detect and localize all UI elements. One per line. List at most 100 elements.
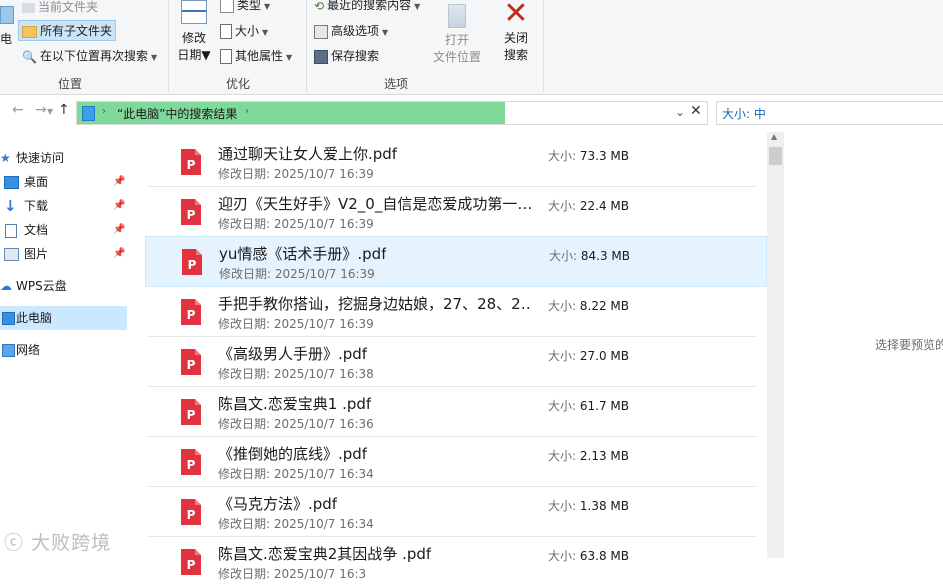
- file-size: 大小: 2.13 MB: [548, 447, 629, 464]
- advanced-options-icon: [314, 24, 328, 39]
- size-value: 63.8 MB: [579, 549, 629, 563]
- search-input[interactable]: 大小: 中: [716, 101, 943, 125]
- watermark-logo-icon: ⓒ: [4, 532, 25, 554]
- back-arrow-icon[interactable]: ←: [12, 102, 24, 118]
- nav-wps-cloud[interactable]: ☁ WPS云盘: [0, 274, 127, 298]
- nav-quick-access[interactable]: ★ 快速访问: [0, 146, 127, 170]
- nav-item-desktop[interactable]: 桌面 📌: [0, 170, 127, 194]
- open-location-label-2: 文件位置: [432, 50, 481, 64]
- chevron-down-icon: ▼: [201, 48, 211, 62]
- pin-icon[interactable]: 📌: [113, 194, 125, 218]
- location-icon: [82, 106, 95, 121]
- file-row[interactable]: P 通过聊天让女人爱上你.pdf 修改日期: 2025/10/7 16:39 大…: [145, 137, 767, 187]
- modify-date-button[interactable]: 修改 日期▼: [176, 0, 212, 64]
- type-button[interactable]: 类型 ▼: [220, 0, 270, 13]
- file-size-icon: [220, 24, 232, 39]
- all-subfolders-button[interactable]: 所有子文件夹: [18, 20, 117, 41]
- file-size: 大小: 27.0 MB: [548, 347, 629, 364]
- file-row[interactable]: P 手把手教你搭讪，挖掘身边姑娘，27、28、2… 修改日期: 2025/10/…: [145, 287, 767, 337]
- nav-this-pc[interactable]: 此电脑: [0, 306, 127, 330]
- search-again-in-button[interactable]: 🔍 在以下位置再次搜索 ▼: [22, 47, 157, 64]
- svg-text:P: P: [187, 308, 196, 322]
- file-row[interactable]: P 《高级男人手册》.pdf 修改日期: 2025/10/7 16:38 大小:…: [145, 337, 767, 387]
- address-box[interactable]: › “此电脑”中的搜索结果 › ⌄: [76, 101, 708, 125]
- ribbon: 电 当前文件夹 所有子文件夹 🔍 在以下位置再次搜索 ▼ 位置 修改 日期▼ 类型 ▼…: [0, 0, 943, 95]
- save-search-button[interactable]: 保存搜索: [314, 47, 379, 64]
- scroll-up-arrow-icon[interactable]: ▲: [771, 132, 777, 141]
- file-row[interactable]: P 《马克方法》.pdf 修改日期: 2025/10/7 16:34 大小: 1…: [145, 487, 767, 537]
- nav-item-downloads[interactable]: ↓ 下载 📌: [0, 194, 127, 218]
- close-search-label-2: 搜索: [503, 48, 528, 62]
- download-arrow-icon: ↓: [4, 197, 17, 215]
- file-row-selected[interactable]: P yu情感《话术手册》.pdf 修改日期: 2025/10/7 16:39 大…: [145, 236, 767, 287]
- open-file-location-button[interactable]: 打开 文件位置: [430, 0, 484, 66]
- svg-text:P: P: [187, 558, 196, 572]
- scrollbar-thumb[interactable]: [769, 147, 782, 165]
- nav-item-documents[interactable]: 文档 📌: [0, 218, 127, 242]
- size-value: 2.13 MB: [579, 449, 629, 463]
- preview-pane-message: 选择要预览的: [875, 338, 943, 352]
- file-row[interactable]: P 陈昌文.恋爱宝典2其因战争 .pdf 修改日期: 2025/10/7 16:…: [145, 537, 767, 586]
- pin-icon[interactable]: 📌: [113, 242, 125, 266]
- computer-icon: [2, 312, 15, 325]
- file-row[interactable]: P 迎刃《天生好手》V2_0_自信是恋爱成功第一… 修改日期: 2025/10/…: [145, 187, 767, 237]
- desktop-label: 桌面: [24, 175, 49, 189]
- size-value: 84.3 MB: [580, 249, 630, 263]
- file-date: 修改日期: 2025/10/7 16:3: [218, 567, 367, 581]
- size-caption: 大小:: [548, 299, 577, 313]
- navigation-pane: ★ 快速访问 桌面 📌 ↓ 下载 📌 文档 📌 图片 📌 ☁ WPS云盘 此电脑…: [0, 132, 132, 558]
- desktop-icon: [4, 176, 19, 189]
- file-size: 大小: 61.7 MB: [548, 397, 629, 414]
- file-date: 修改日期: 2025/10/7 16:38: [218, 367, 374, 381]
- nav-item-pictures[interactable]: 图片 📌: [0, 242, 127, 266]
- file-date: 修改日期: 2025/10/7 16:39: [219, 267, 375, 281]
- this-pc-button-partial[interactable]: 电: [0, 30, 12, 47]
- advanced-options-button[interactable]: 高级选项 ▼: [314, 22, 388, 39]
- size-button[interactable]: 大小 ▼: [220, 22, 268, 39]
- file-size: 大小: 1.38 MB: [548, 497, 629, 514]
- vertical-scrollbar[interactable]: ▲: [767, 132, 784, 558]
- size-value: 22.4 MB: [579, 199, 629, 213]
- file-size: 大小: 8.22 MB: [548, 297, 629, 314]
- group-label-options: 选项: [383, 77, 408, 91]
- file-name: 迎刃《天生好手》V2_0_自信是恋爱成功第一…: [218, 195, 531, 213]
- nav-network[interactable]: 网络: [0, 338, 127, 362]
- size-caption: 大小:: [548, 499, 577, 513]
- pin-icon[interactable]: 📌: [113, 218, 125, 242]
- chevron-down-icon: ▼: [286, 53, 293, 62]
- current-folder-button[interactable]: 当前文件夹: [22, 0, 98, 15]
- close-icon: ✕: [503, 0, 529, 31]
- pin-icon[interactable]: 📌: [113, 170, 125, 194]
- other-properties-button[interactable]: 其他属性 ▼: [220, 47, 292, 64]
- recent-searches-button[interactable]: ⟲ 最近的搜索内容 ▼: [314, 0, 420, 13]
- forward-arrow-icon[interactable]: →: [35, 102, 47, 118]
- close-search-button[interactable]: ✕ 关闭 搜索: [496, 0, 536, 64]
- clear-search-icon[interactable]: ✕: [690, 103, 702, 119]
- recent-search-icon: ⟲: [314, 0, 325, 13]
- file-name: 陈昌文.恋爱宝典1 .pdf: [218, 395, 372, 413]
- save-icon: [314, 49, 328, 64]
- address-dropdown-chevron-icon[interactable]: ⌄: [675, 105, 685, 119]
- svg-text:P: P: [187, 508, 196, 522]
- watermark: ⓒ 大败跨境: [4, 528, 111, 555]
- downloads-label: 下载: [24, 199, 49, 213]
- size-caption: 大小:: [548, 449, 577, 463]
- group-separator: [306, 0, 307, 92]
- pictures-icon: [4, 248, 19, 261]
- up-arrow-icon[interactable]: ↑: [58, 102, 70, 118]
- file-date: 修改日期: 2025/10/7 16:34: [218, 467, 374, 481]
- size-value: 73.3 MB: [579, 149, 629, 163]
- chevron-down-icon: ▼: [262, 28, 269, 37]
- chevron-down-icon: ▼: [150, 53, 158, 62]
- file-name: 《高级男人手册》.pdf: [218, 345, 368, 363]
- file-row[interactable]: P 陈昌文.恋爱宝典1 .pdf 修改日期: 2025/10/7 16:36 大…: [145, 387, 767, 437]
- pdf-file-icon: P: [181, 549, 201, 575]
- size-value: 27.0 MB: [579, 349, 629, 363]
- breadcrumb-path[interactable]: “此电脑”中的搜索结果: [117, 105, 237, 122]
- file-row[interactable]: P 《推倒她的底线》.pdf 修改日期: 2025/10/7 16:34 大小:…: [145, 437, 767, 487]
- size-caption: 大小:: [548, 349, 577, 363]
- documents-icon: [5, 224, 17, 238]
- pdf-file-icon: P: [182, 249, 202, 275]
- recent-locations-chevron-icon[interactable]: ▼: [47, 107, 53, 116]
- pdf-file-icon: P: [181, 499, 201, 525]
